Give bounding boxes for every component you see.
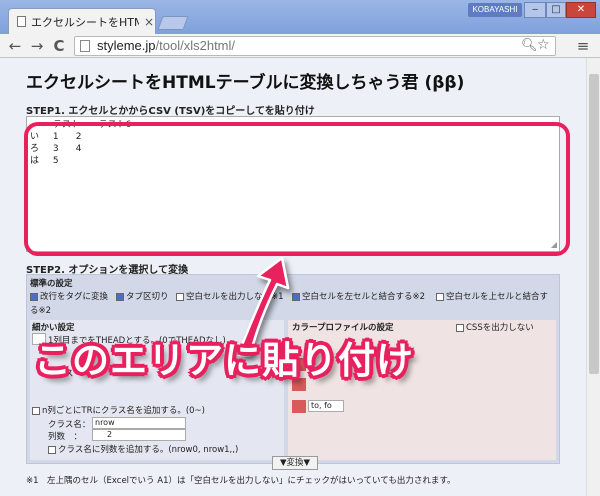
class-name-input[interactable]: nrow bbox=[92, 417, 186, 429]
option-label: 改行をタグに変換 bbox=[40, 292, 109, 302]
checkbox-icon[interactable] bbox=[436, 292, 444, 301]
option-skip-empty[interactable]: 空白セルを出力しない※1 bbox=[176, 290, 284, 302]
reload-icon[interactable]: C bbox=[50, 36, 68, 56]
checkbox-icon[interactable] bbox=[176, 292, 184, 301]
option-newline-to-tag[interactable]: 改行をタグに変換 bbox=[30, 290, 108, 302]
title-bar: エクセルシートをHTMLテ × KOBAYASHI ‒ □ ✕ bbox=[0, 0, 600, 34]
url-path: /tool/xls2html/ bbox=[155, 38, 236, 53]
paste-here-banner: このエリアに貼り付け bbox=[34, 339, 414, 382]
forward-arrow-icon[interactable]: → bbox=[28, 36, 46, 56]
search-icon[interactable]: 🔍︎ bbox=[521, 38, 538, 53]
page-icon bbox=[80, 40, 90, 52]
new-tab-button[interactable] bbox=[157, 16, 189, 30]
url-text: styleme.jp/tool/xls2html/ bbox=[97, 38, 235, 53]
option-label: クラス名に列数を追加する。(nrow0, nrow1,,) bbox=[58, 445, 239, 455]
close-tab-icon[interactable]: × bbox=[144, 15, 154, 29]
scrollbar[interactable] bbox=[586, 58, 600, 496]
address-bar[interactable]: styleme.jp/tool/xls2html/ 🔍︎ ☆ bbox=[74, 36, 556, 56]
option-label: n列ごとにTRにクラス名を追加する。(0~) bbox=[42, 406, 205, 416]
checkbox-checked-icon[interactable] bbox=[116, 292, 124, 301]
option-label: 空白セルを上セルと結合す bbox=[446, 292, 549, 302]
step1-label: STEP1. エクセルとかからCSV (TSV)をコピーしてを貼り付け bbox=[26, 106, 315, 117]
standard-settings-heading: 標準の設定 bbox=[30, 279, 73, 289]
profile-badge[interactable]: KOBAYASHI bbox=[468, 3, 522, 17]
convert-button[interactable]: ▼変換▼ bbox=[272, 456, 318, 470]
checkbox-checked-icon[interactable] bbox=[292, 292, 300, 301]
page-icon bbox=[17, 16, 26, 27]
class-name-label: クラス名： bbox=[48, 420, 91, 430]
option-label: CSSを出力しない bbox=[466, 323, 534, 333]
color-swatch[interactable] bbox=[292, 400, 306, 413]
column-count-input[interactable]: 2 bbox=[92, 429, 186, 441]
highlight-frame bbox=[24, 122, 570, 256]
tab-title: エクセルシートをHTMLテ bbox=[31, 15, 139, 29]
option-suffix: る※2 bbox=[30, 306, 52, 316]
maximize-button[interactable]: □ bbox=[546, 2, 566, 18]
menu-icon[interactable]: ≡ bbox=[574, 36, 592, 56]
scroll-thumb[interactable] bbox=[589, 74, 599, 374]
option-merge-up[interactable]: 空白セルを上セルと結合す bbox=[436, 290, 548, 302]
class-number-option[interactable]: クラス名に列数を追加する。(nrow0, nrow1,,) bbox=[48, 443, 238, 455]
option-label: タブ区切り bbox=[126, 292, 169, 302]
close-window-button[interactable]: ✕ bbox=[566, 2, 596, 18]
checkbox-checked-icon[interactable] bbox=[30, 292, 38, 301]
column-count-label: 列数 ： bbox=[48, 432, 83, 442]
footnote: ※1 左上隅のセル（Excelでいう A1）は「空白セルを出力しない」にチェック… bbox=[26, 476, 456, 486]
css-option[interactable]: CSSを出力しない bbox=[456, 321, 534, 333]
color-input[interactable]: to, fo bbox=[308, 400, 344, 412]
option-label: 空白セルを左セルと結合する※2 bbox=[302, 292, 426, 302]
tr-class-option[interactable]: n列ごとにTRにクラス名を追加する。(0~) bbox=[32, 404, 205, 416]
browser-tab[interactable]: エクセルシートをHTMLテ × bbox=[8, 8, 156, 34]
checkbox-icon[interactable] bbox=[48, 445, 56, 454]
option-tab-delimited[interactable]: タブ区切り bbox=[116, 290, 169, 302]
option-label: 空白セルを出力しない※1 bbox=[186, 292, 284, 302]
browser-toolbar: ← → C styleme.jp/tool/xls2html/ 🔍︎ ☆ ≡ bbox=[0, 34, 600, 58]
checkbox-icon[interactable] bbox=[456, 323, 464, 332]
bookmark-star-icon[interactable]: ☆ bbox=[537, 37, 550, 53]
page-content: エクセルシートをHTMLテーブルに変換しちゃう君 (ββ) STEP1. エクセ… bbox=[0, 58, 586, 496]
minimize-button[interactable]: ‒ bbox=[524, 2, 546, 18]
back-arrow-icon[interactable]: ← bbox=[6, 36, 24, 56]
checkbox-icon[interactable] bbox=[32, 406, 40, 415]
url-domain: styleme.jp bbox=[97, 38, 156, 53]
option-merge-left[interactable]: 空白セルを左セルと結合する※2 bbox=[292, 290, 425, 302]
page-title: エクセルシートをHTMLテーブルに変換しちゃう君 (ββ) bbox=[26, 73, 465, 93]
